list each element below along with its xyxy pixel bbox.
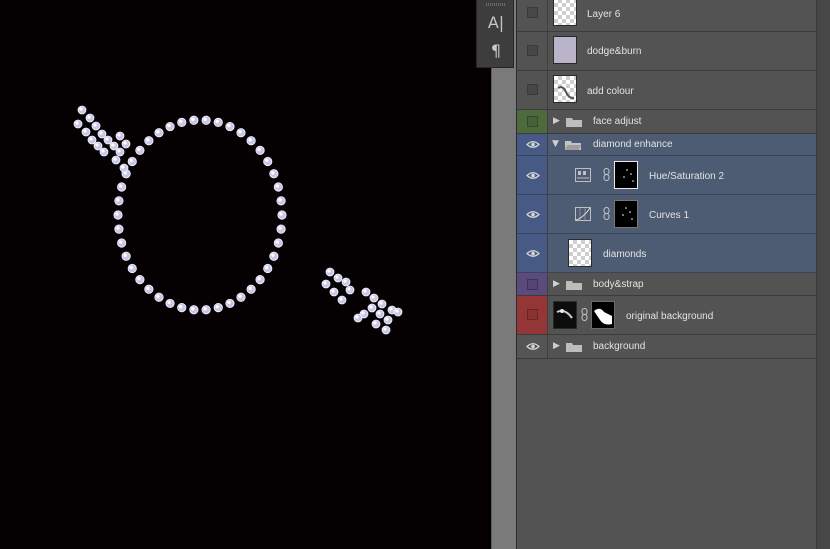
layer-row-body-strap[interactable]: ▶ body&strap <box>517 273 816 296</box>
stroke-icon <box>557 86 575 100</box>
layer-name: body&strap <box>593 279 644 290</box>
layer-thumbnail <box>568 239 592 267</box>
dock-grip[interactable] <box>486 3 506 6</box>
layer-row-curves-1[interactable]: Curves 1 <box>517 195 816 234</box>
layer-name: diamonds <box>603 249 647 260</box>
layer-row-face-adjust[interactable]: ▶ face adjust <box>517 110 816 134</box>
expand-arrow-icon[interactable]: ▶ <box>553 341 560 351</box>
diamond-ring-artwork <box>73 105 403 335</box>
expand-arrow-icon[interactable]: ▶ <box>553 279 560 289</box>
layers-scrollbar[interactable] <box>816 0 830 549</box>
visibility-toggle[interactable] <box>517 234 548 272</box>
hue-saturation-icon <box>575 168 591 182</box>
chain-link-icon[interactable] <box>603 207 610 220</box>
visibility-toggle[interactable] <box>517 110 548 133</box>
visibility-toggle[interactable] <box>517 195 548 233</box>
folder-icon <box>566 281 582 290</box>
expand-arrow-icon[interactable]: ▶ <box>553 116 560 126</box>
layer-row-diamond-enhance[interactable]: ▼ diamond enhance <box>517 134 816 156</box>
eye-icon <box>526 141 540 148</box>
panel-divider[interactable] <box>491 0 516 549</box>
layer-mask-thumbnail[interactable] <box>614 161 638 189</box>
visibility-toggle[interactable] <box>517 335 548 358</box>
layer-name: dodge&burn <box>587 46 642 57</box>
layer-row-diamonds[interactable]: diamonds <box>517 234 816 273</box>
layer-thumbnail <box>553 0 577 26</box>
collapse-arrow-icon[interactable]: ▼ <box>552 139 559 149</box>
layer-name: diamond enhance <box>593 139 673 150</box>
eye-icon <box>526 343 540 350</box>
layer-thumbnail <box>553 301 577 329</box>
layer-row-dodge-burn[interactable]: dodge&burn <box>517 32 816 71</box>
layer-row-hue-saturation-2[interactable]: Hue/Saturation 2 <box>517 156 816 195</box>
visibility-toggle[interactable] <box>517 134 548 155</box>
layer-name: Layer 6 <box>587 9 621 20</box>
layer-name: Curves 1 <box>649 210 690 221</box>
visibility-toggle[interactable] <box>517 71 548 109</box>
character-panel-icon[interactable]: A| <box>484 12 508 34</box>
layer-name: Hue/Saturation 2 <box>649 171 725 182</box>
layer-name: add colour <box>587 86 634 97</box>
eye-icon <box>526 211 540 218</box>
eye-icon <box>526 250 540 257</box>
layer-thumbnail <box>553 36 577 64</box>
layer-row-original-background[interactable]: original background <box>517 296 816 335</box>
curves-icon <box>575 207 591 221</box>
eye-icon <box>526 172 540 179</box>
layers-panel: Layer 6 dodge&burn add colour ▶ face adj… <box>516 0 830 549</box>
layer-mask-thumbnail[interactable] <box>591 301 615 329</box>
folder-icon <box>566 118 582 127</box>
visibility-toggle[interactable] <box>517 0 548 31</box>
layer-thumbnail <box>553 75 577 103</box>
layer-name: face adjust <box>593 116 642 127</box>
visibility-toggle[interactable] <box>517 296 548 334</box>
layer-mask-thumbnail[interactable] <box>614 200 638 228</box>
visibility-toggle[interactable] <box>517 273 548 295</box>
layer-name: original background <box>626 311 714 322</box>
open-folder-icon <box>565 141 581 150</box>
layer-name: background <box>593 341 646 352</box>
visibility-toggle[interactable] <box>517 32 548 70</box>
chain-link-icon[interactable] <box>581 308 588 321</box>
chain-link-icon[interactable] <box>603 168 610 181</box>
layer-row-background[interactable]: ▶ background <box>517 335 816 359</box>
layer-row-layer-6[interactable]: Layer 6 <box>517 0 816 32</box>
folder-icon <box>566 343 582 352</box>
document-canvas[interactable] <box>0 0 491 549</box>
layer-row-add-colour[interactable]: add colour <box>517 71 816 110</box>
panel-dock-strip: A| ¶ <box>476 0 514 68</box>
paragraph-panel-icon[interactable]: ¶ <box>484 40 508 62</box>
visibility-toggle[interactable] <box>517 156 548 194</box>
